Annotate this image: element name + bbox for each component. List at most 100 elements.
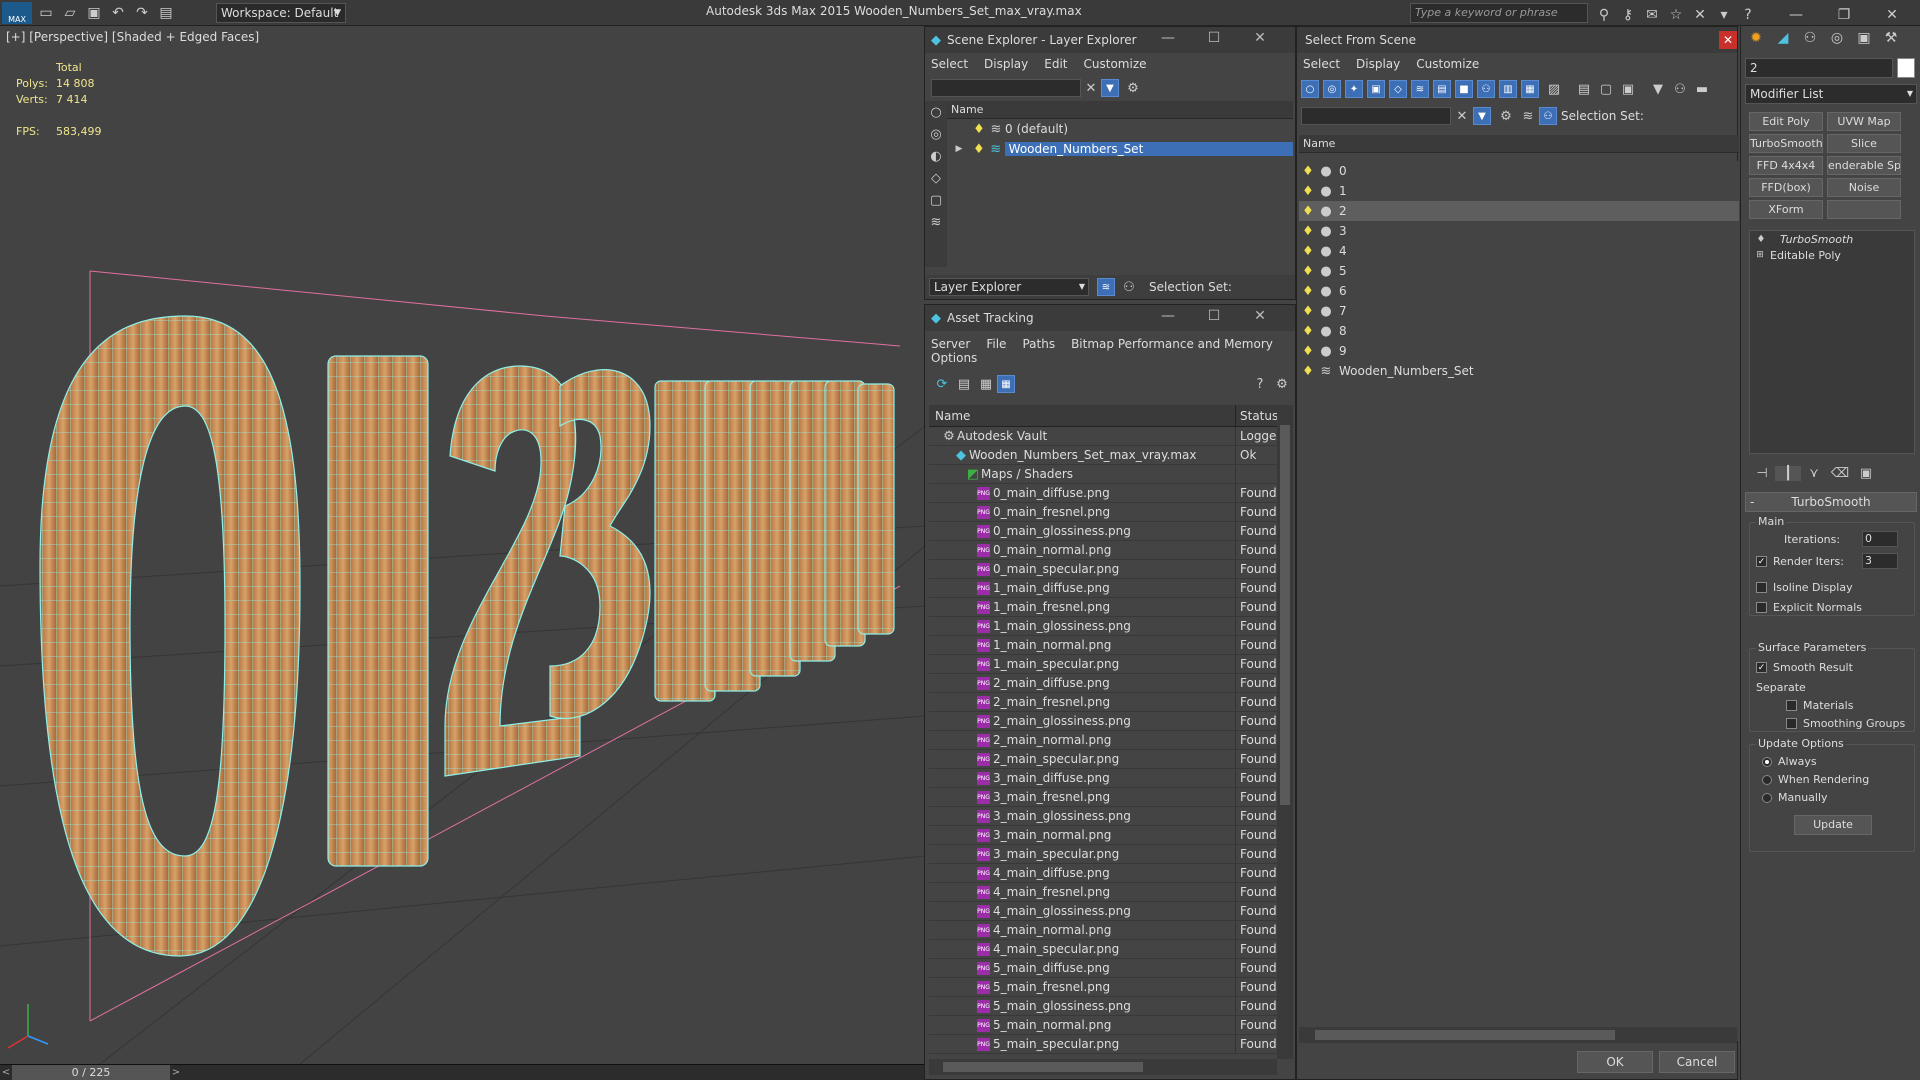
asset-row[interactable]: PNG 4_main_normal.png Found xyxy=(929,921,1277,940)
object-row[interactable]: ♦ ● 0 xyxy=(1299,161,1739,181)
smoothing-groups-checkbox[interactable] xyxy=(1786,718,1797,729)
renderable-spline-button[interactable]: enderable Splin xyxy=(1827,156,1901,175)
menu-edit[interactable]: Edit xyxy=(1044,57,1067,71)
asset-row[interactable]: PNG 5_main_glossiness.png Found xyxy=(929,997,1277,1016)
display-geometry-icon[interactable]: ○ xyxy=(1301,80,1319,98)
asset-row[interactable]: PNG 0_main_normal.png Found xyxy=(929,541,1277,560)
remove-modifier-icon[interactable]: ⌫ xyxy=(1827,466,1853,481)
asset-row[interactable]: PNG 4_main_diffuse.png Found xyxy=(929,864,1277,883)
explicit-normals-option[interactable]: Explicit Normals xyxy=(1756,601,1862,614)
asset-row[interactable]: PNG 2_main_glossiness.png Found xyxy=(929,712,1277,731)
display-all-icon[interactable]: ◎ xyxy=(925,123,947,145)
update-manually-option[interactable]: Manually xyxy=(1762,791,1828,804)
refresh-icon[interactable]: ⟳ xyxy=(931,377,953,392)
object-row[interactable]: ♦ ● 5 xyxy=(1299,261,1739,281)
asset-col-status[interactable]: Status xyxy=(1235,405,1277,426)
list-view-icon[interactable]: ▤ xyxy=(953,377,975,392)
asset-row[interactable]: PNG 2_main_fresnel.png Found xyxy=(929,693,1277,712)
layer-column-header[interactable]: Name xyxy=(947,101,1293,119)
slice-button[interactable]: Slice xyxy=(1827,134,1901,153)
asset-row[interactable]: PNG 0_main_fresnel.png Found xyxy=(929,503,1277,522)
asset-row[interactable]: PNG 3_main_glossiness.png Found xyxy=(929,807,1277,826)
binoculars-icon[interactable]: ⚲ xyxy=(1593,4,1615,26)
ffd-4x4x4-button[interactable]: FFD 4x4x4 xyxy=(1749,156,1823,175)
select-search-input[interactable] xyxy=(1301,107,1451,125)
search-input[interactable]: Type a keyword or phrase xyxy=(1410,3,1588,23)
explorer-type-dropdown[interactable]: Layer Explorer ▼ xyxy=(929,278,1089,296)
menu-select[interactable]: Select xyxy=(1303,57,1340,71)
update-button[interactable]: Update xyxy=(1794,815,1872,835)
asset-row[interactable]: ⚙Autodesk VaultLogged xyxy=(929,427,1277,446)
materials-option[interactable]: Materials xyxy=(1786,699,1853,712)
help-icon[interactable]: ? xyxy=(1737,4,1759,26)
asset-row[interactable]: PNG 2_main_specular.png Found xyxy=(929,750,1277,769)
menu-display[interactable]: Display xyxy=(1356,57,1400,71)
close-icon[interactable]: ✕ xyxy=(1869,4,1915,26)
filter-icon[interactable]: ▼ xyxy=(1101,79,1119,97)
display-spacewarps-icon[interactable]: ≋ xyxy=(1411,80,1429,98)
undo-icon[interactable]: ↶ xyxy=(107,2,129,24)
menu-file[interactable]: File xyxy=(986,337,1006,351)
isoline-display-checkbox[interactable] xyxy=(1756,582,1767,593)
show-end-result-icon[interactable]: ┃ xyxy=(1775,465,1801,481)
save-icon[interactable]: ▣ xyxy=(83,2,105,24)
asset-row[interactable]: PNG 2_main_diffuse.png Found xyxy=(929,674,1277,693)
menu-customize[interactable]: Customize xyxy=(1416,57,1479,71)
app-logo-icon[interactable]: MAX xyxy=(2,2,32,24)
object-row[interactable]: ♦ ● 7 xyxy=(1299,301,1739,321)
asset-row[interactable]: PNG 4_main_specular.png Found xyxy=(929,940,1277,959)
layer-row[interactable]: ♦ ≋ 0 (default) xyxy=(947,119,1293,139)
asset-tracking-titlebar[interactable]: ◆ Asset Tracking — ☐ ✕ xyxy=(925,305,1295,331)
turbosmooth-button[interactable]: TurboSmooth xyxy=(1749,134,1823,153)
time-prev-icon[interactable]: < xyxy=(0,1065,12,1080)
settings-icon[interactable]: ⚙ xyxy=(1271,377,1293,392)
expand-plus-icon[interactable]: ⊞ xyxy=(1754,250,1766,260)
menu-customize[interactable]: Customize xyxy=(1084,57,1147,71)
object-row[interactable]: ♦ ● 8 xyxy=(1299,321,1739,341)
xform-button[interactable]: XForm xyxy=(1749,200,1823,219)
object-row[interactable]: ♦ ● 2 xyxy=(1299,201,1739,221)
bulb-icon[interactable]: ♦ xyxy=(1299,204,1317,219)
object-horizontal-scrollbar[interactable] xyxy=(1299,1027,1737,1043)
exchange-icon[interactable]: ✕ xyxy=(1689,4,1711,26)
display-groups-icon[interactable]: ▤ xyxy=(1433,80,1451,98)
asset-row[interactable]: PNG 2_main_normal.png Found xyxy=(929,731,1277,750)
object-row[interactable]: ♦ ● 9 xyxy=(1299,341,1739,361)
hierarchy-icon[interactable]: ⚇ xyxy=(1119,280,1139,295)
smooth-result-checkbox[interactable]: ✓ xyxy=(1756,662,1767,673)
iterations-spinner[interactable]: 0 xyxy=(1862,531,1898,547)
ok-button[interactable]: OK xyxy=(1577,1051,1653,1073)
bulb-icon[interactable]: ♦ xyxy=(1299,164,1317,179)
bulb-icon[interactable]: ♦ xyxy=(971,122,987,137)
smoothing-groups-option[interactable]: Smoothing Groups xyxy=(1786,717,1905,730)
bulb-icon[interactable]: ♦ xyxy=(1754,234,1768,245)
materials-checkbox[interactable] xyxy=(1786,700,1797,711)
modify-tab-icon[interactable]: ◢ xyxy=(1772,27,1794,49)
motion-tab-icon[interactable]: ◎ xyxy=(1826,27,1848,49)
hierarchy-mode-icon[interactable]: ⚇ xyxy=(1539,107,1557,125)
scrollbar-thumb[interactable] xyxy=(1315,1030,1615,1040)
display-shapes-icon[interactable]: ▢ xyxy=(925,189,947,211)
bulb-icon[interactable]: ♦ xyxy=(1299,284,1317,299)
display-tab-icon[interactable]: ▣ xyxy=(1853,27,1875,49)
bulb-icon[interactable]: ♦ xyxy=(1299,184,1317,199)
uvw-map-button[interactable]: UVW Map xyxy=(1827,112,1901,131)
menu-options[interactable]: Options xyxy=(931,351,977,365)
object-color-swatch[interactable] xyxy=(1897,58,1915,78)
bulb-icon[interactable]: ♦ xyxy=(1299,224,1317,239)
asset-vertical-scrollbar[interactable] xyxy=(1277,405,1293,1059)
bulb-icon[interactable]: ♦ xyxy=(1299,244,1317,259)
utilities-tab-icon[interactable]: ⚒ xyxy=(1880,27,1902,49)
layer-mode-icon[interactable]: ≋ xyxy=(1517,109,1539,124)
key-icon[interactable]: ⚷ xyxy=(1617,4,1639,26)
menu-display[interactable]: Display xyxy=(984,57,1028,71)
display-cameras-icon[interactable]: ▣ xyxy=(1367,80,1385,98)
object-row[interactable]: ♦ ≋ Wooden_Numbers_Set xyxy=(1299,361,1739,381)
bulb-icon[interactable]: ♦ xyxy=(1299,304,1317,319)
render-iters-spinner[interactable]: 3 xyxy=(1862,553,1898,569)
modifier-list-dropdown[interactable]: Modifier List ▼ xyxy=(1745,84,1917,104)
hierarchy-icon[interactable]: ⚇ xyxy=(1669,82,1691,97)
bulb-icon[interactable]: ♦ xyxy=(1299,264,1317,279)
project-folder-icon[interactable]: ▤ xyxy=(155,2,177,24)
filter-icon[interactable]: ▼ xyxy=(1473,107,1491,125)
